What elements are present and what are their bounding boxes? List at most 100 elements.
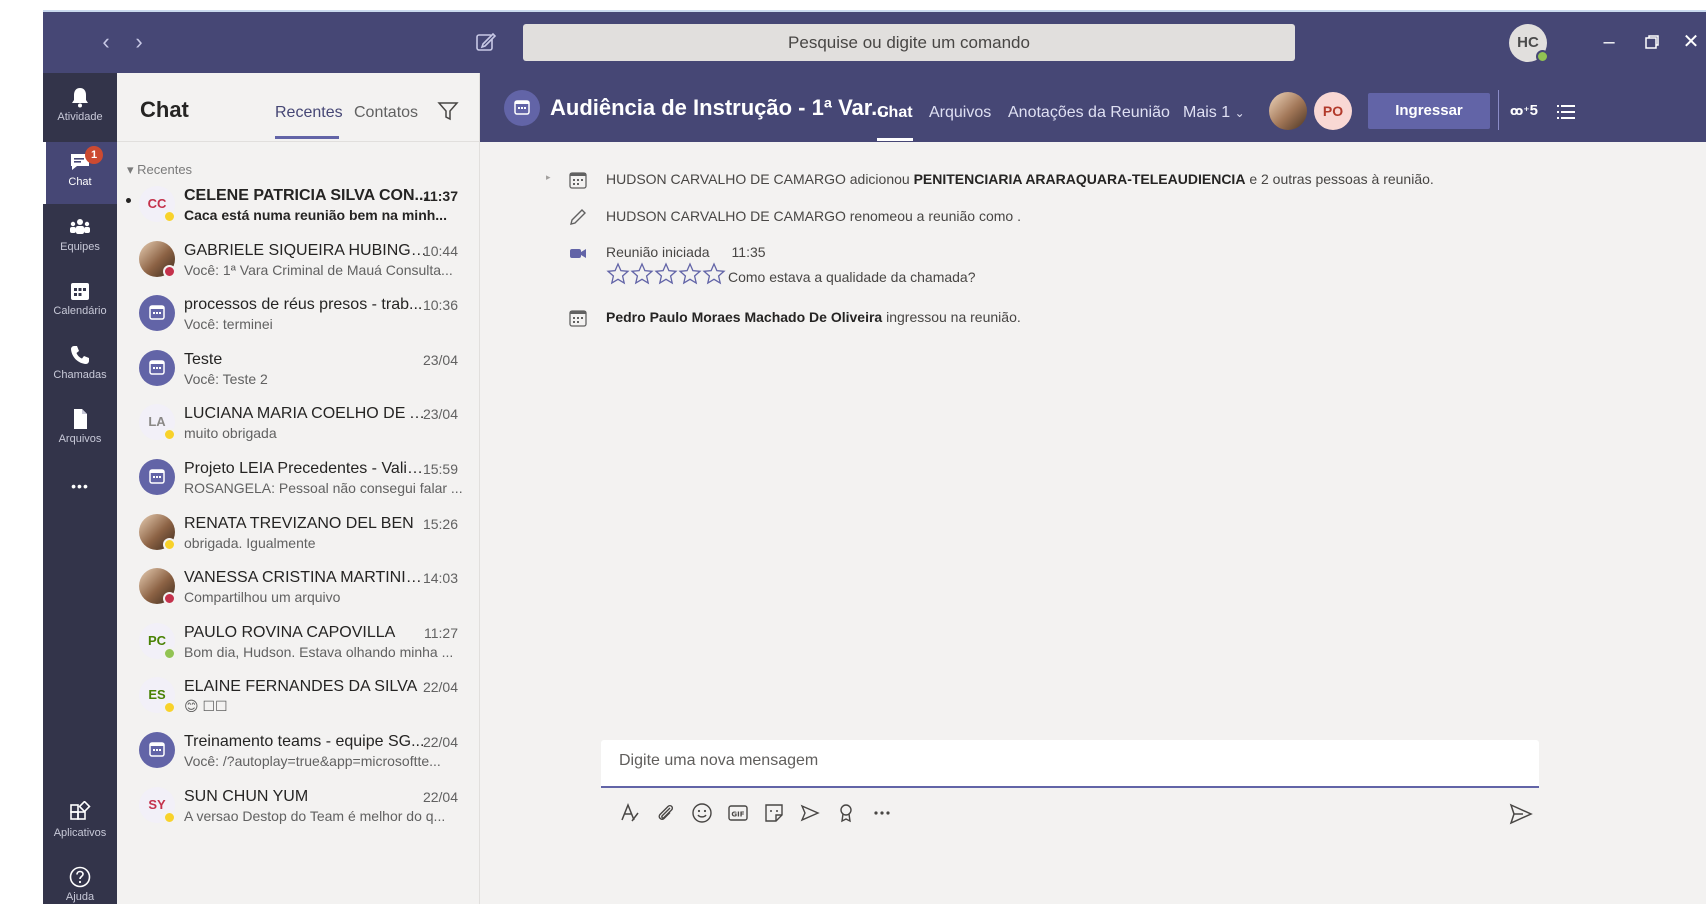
chat-item-name: processos de réus presos - trab... [184,296,423,313]
chat-list-item[interactable]: Teste 23/04 Você: Teste 2 [117,340,480,396]
star-icon[interactable] [606,262,630,286]
profile-initials: HC [1517,34,1539,51]
meeting-event-icon [569,310,587,327]
attach-icon[interactable] [653,800,679,826]
minimize-icon[interactable]: – [1591,26,1627,58]
event-target: PENITENCIARIA ARARAQUARA-TELEAUDIENCIA [913,171,1246,187]
chat-item-time: 11:27 [424,625,458,641]
event-verb: adicionou [845,171,914,187]
appbar-item-calls[interactable]: Chamadas [43,335,117,397]
appbar-item-activity[interactable]: Atividade [43,77,117,139]
chat-list-item[interactable]: processos de réus presos - trab... 10:36 V… [117,285,480,341]
chat-list-item[interactable]: GABRIELE SIQUEIRA HUBINGER 10:44 Você: 1ª … [117,231,480,287]
chat-list-header: Chat Recentes Contatos [117,73,479,142]
send-icon[interactable] [1507,800,1535,828]
participants-count: 5 [1529,102,1538,119]
teams-window: ‹ › Pesquise ou digite um comando HC – ✕… [43,12,1706,904]
compose-box[interactable] [601,740,1539,788]
more-options-icon[interactable] [869,800,895,826]
star-icon[interactable] [678,262,702,286]
tab-more-label: Mais 1 [1183,104,1231,121]
sticker-icon[interactable] [761,800,787,826]
search-input[interactable]: Pesquise ou digite um comando [523,24,1295,61]
star-icon[interactable] [654,262,678,286]
meeting-chat-avatar [139,732,175,768]
chat-item-preview: Caca está numa reunião bem na minh... [184,207,447,223]
tab-more[interactable]: Mais 1 ⌄ [1183,104,1245,122]
praise-icon[interactable] [833,800,859,826]
appbar-item-chat[interactable]: 1 Chat [43,142,117,204]
appbar-item-teams[interactable]: Equipes [43,207,117,269]
chat-list-item[interactable]: ES ELAINE FERNANDES DA SILVA 22/04 😊 ☐☐ [117,667,480,723]
participant-avatar[interactable] [1269,92,1307,130]
presence-status-icon [163,428,176,441]
chat-list-item[interactable]: SY SUN CHUN YUM 22/04 A versao Destop do Te… [117,777,480,833]
meet-now-icon[interactable] [797,800,823,826]
event-actor: HUDSON CARVALHO DE CAMARGO [606,208,846,224]
list-icon[interactable] [1556,102,1576,122]
active-indicator [43,142,46,204]
event-tail: e 2 outras pessoas à reunião. [1245,171,1434,187]
chat-item-preview: A versao Destop do Team é melhor do q... [184,808,446,824]
calendar-icon [149,742,165,757]
message-input[interactable] [619,752,1499,770]
tab-contatos[interactable]: Contatos [354,104,418,122]
calendar-icon [149,305,165,320]
chat-list-item[interactable]: Treinamento teams - equipe SG... 22/04 Voc… [117,722,480,778]
event-tail: ingressou na reunião. [882,309,1021,325]
close-icon[interactable]: ✕ [1673,26,1706,58]
forward-arrow-icon[interactable]: › [129,30,149,54]
star-icon[interactable] [630,262,654,286]
chat-item-preview: obrigada. Igualmente [184,535,316,551]
back-arrow-icon[interactable]: ‹ [96,30,116,54]
restore-icon[interactable] [1634,26,1670,58]
chat-item-name: PAULO ROVINA CAPOVILLA [184,624,396,641]
tab-anotacoes[interactable]: Anotações da Reunião [1008,104,1170,122]
tab-arquivos[interactable]: Arquivos [929,104,991,122]
chat-list-item[interactable]: PC PAULO ROVINA CAPOVILLA 11:27 Bom dia, Hu… [117,613,480,669]
chat-item-time: 22/04 [422,734,458,750]
phone-icon [71,346,89,364]
participant-avatar-po[interactable]: PO [1314,92,1352,130]
expand-caret-icon[interactable]: ▸ [546,172,551,183]
svg-text:GIF: GIF [731,811,744,819]
event-meeting-renamed: HUDSON CARVALHO DE CAMARGO renomeou a re… [480,203,1706,233]
gif-icon[interactable]: GIF [725,800,751,826]
meeting-avatar [504,90,540,126]
chat-list-item[interactable]: RENATA TREVIZANO DEL BEN 15:26 obrigada. I… [117,504,480,560]
appbar-item-apps[interactable]: Aplicativos [43,793,117,855]
new-chat-icon[interactable] [475,31,497,53]
chat-item-name: Teste [184,351,223,368]
emoji-icon[interactable] [689,800,715,826]
chat-list-pane: Chat Recentes Contatos ▾ Recentes CC CELE… [117,73,480,904]
participants-button[interactable]: ꝏ⁺5 [1510,102,1538,119]
chat-badge: 1 [85,146,103,164]
chat-list-title: Chat [140,97,189,122]
participants-icon: ꝏ⁺ [1510,104,1530,118]
title-bar: ‹ › Pesquise ou digite um comando HC – ✕ [43,12,1706,73]
calendar-icon [149,469,165,484]
star-icon[interactable] [702,262,726,286]
profile-avatar[interactable]: HC [1509,24,1549,63]
appbar-item-files[interactable]: Arquivos [43,399,117,461]
tab-chat[interactable]: Chat [877,104,913,122]
meeting-event-icon [569,172,587,189]
filter-icon[interactable] [437,100,459,122]
event-actor: HUDSON CARVALHO DE CAMARGO [606,171,846,187]
chat-item-preview: Bom dia, Hudson. Estava olhando minha ..… [184,644,454,660]
chat-list-item[interactable]: Projeto LEIA Precedentes - Valid... 15:59… [117,449,480,505]
appbar-item-calendar[interactable]: Calendário [43,271,117,333]
chat-list-item[interactable]: CC CELENE PATRICIA SILVA CON... 11:37 Caca … [117,176,480,232]
chat-list-item[interactable]: VANESSA CRISTINA MARTINIA... 14:03 Compart… [117,558,480,614]
join-meeting-button[interactable]: Ingressar [1368,93,1490,129]
appbar-label: Calendário [53,305,107,317]
appbar-label: Chat [68,176,92,188]
chat-list-item[interactable]: LA LUCIANA MARIA COELHO DE A... 23/04 muito… [117,394,480,450]
meeting-title: Audiência de Instrução - 1ª Var... [550,95,890,120]
appbar-item-help[interactable]: Ajuda [43,857,117,904]
tab-recentes[interactable]: Recentes [275,104,343,122]
appbar-more-button[interactable]: ••• [43,471,117,501]
call-quality-rating[interactable] [606,262,726,288]
format-icon[interactable] [617,800,643,826]
presence-available-icon [1536,50,1549,63]
